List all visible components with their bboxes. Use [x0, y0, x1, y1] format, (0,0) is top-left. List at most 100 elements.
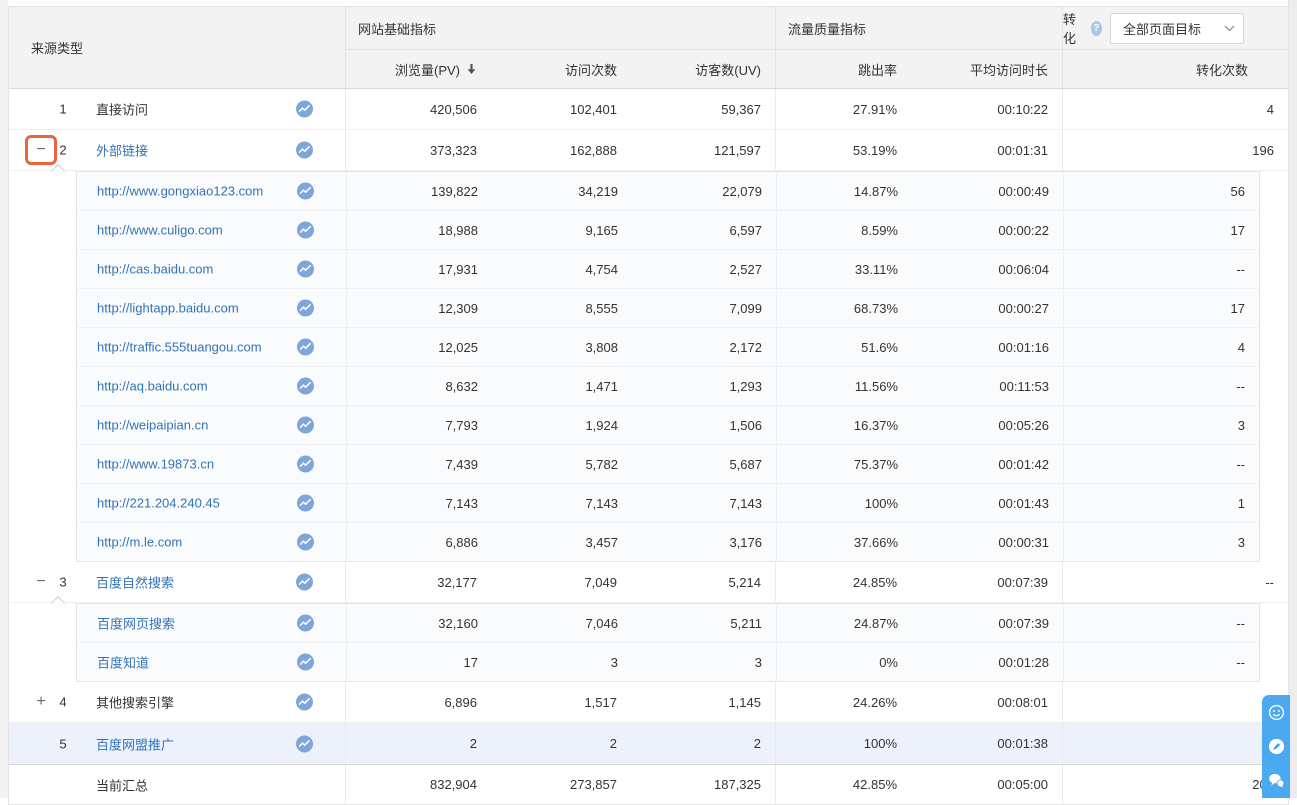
trend-icon[interactable]	[297, 299, 314, 317]
metric-value: 00:08:01	[997, 694, 1048, 710]
expand-button[interactable]: +	[33, 694, 49, 710]
column-header-visits[interactable]: 访问次数	[491, 50, 631, 88]
trend-icon[interactable]	[297, 377, 314, 395]
metric-value: 56	[1230, 183, 1245, 199]
trend-icon[interactable]	[296, 141, 313, 159]
metric-value: 00:00:27	[998, 300, 1049, 316]
source-name[interactable]: http://m.le.com	[97, 535, 182, 550]
source-name[interactable]: http://aq.baidu.com	[97, 379, 208, 394]
metric-value: 3,176	[729, 534, 762, 550]
source-subsection: http://www.gongxiao123.com 139,822 34,219 2…	[9, 163, 1288, 562]
metric-cell: 12,025	[347, 328, 492, 366]
trend-icon[interactable]	[297, 416, 314, 434]
metric-value: 7,439	[445, 456, 478, 472]
source-name[interactable]: 百度知道	[97, 653, 149, 672]
metric-value: 1,293	[729, 378, 762, 394]
metric-value: 100%	[863, 736, 897, 751]
metric-cell: 00:06:04	[912, 250, 1064, 288]
trend-icon[interactable]	[297, 260, 314, 278]
metric-value: 2	[469, 736, 477, 751]
column-header-avg-visit-time[interactable]: 平均访问时长	[911, 50, 1063, 88]
metric-value: 12,025	[438, 339, 478, 355]
trend-icon[interactable]	[297, 614, 314, 632]
trend-icon[interactable]	[297, 494, 314, 512]
metric-cell: 59,367	[631, 89, 776, 129]
metric-cell: 6,896	[346, 682, 491, 722]
metric-value: 3	[1237, 534, 1245, 550]
metric-value: 7,049	[584, 574, 617, 590]
source-subsection: 百度网页搜索 32,160 7,046 5,211 24.87% 00:07:39 -- 百度…	[9, 595, 1288, 682]
trend-icon[interactable]	[296, 735, 313, 752]
metric-cell: 1,293	[632, 367, 777, 405]
source-name[interactable]: http://221.204.240.45	[97, 496, 220, 511]
metric-cell: 121,597	[631, 130, 776, 170]
source-name[interactable]: 外部链接	[96, 141, 148, 160]
metric-cell: 68.73%	[777, 289, 912, 327]
metric-cell: 1,924	[492, 406, 632, 444]
metric-value: 8,555	[585, 300, 618, 316]
summary-row: 当前汇总 832,904 273,857 187,325 42.85% 00:05:00 2…	[9, 764, 1288, 804]
smiley-feedback-icon[interactable]	[1267, 703, 1286, 722]
pencil-survey-icon[interactable]	[1267, 737, 1286, 756]
source-name[interactable]: http://www.gongxiao123.com	[97, 184, 263, 199]
trend-icon[interactable]	[297, 455, 314, 473]
metric-value: --	[1236, 378, 1245, 394]
trend-icon[interactable]	[296, 693, 313, 711]
source-name[interactable]: http://www.culigo.com	[97, 223, 223, 238]
metric-cell: 420,506	[346, 89, 491, 129]
metric-value: 1,517	[584, 694, 617, 710]
metric-cell: 27.91%	[776, 89, 911, 129]
column-header-conversions[interactable]: 转化次数	[1063, 50, 1288, 88]
metric-value: 1,506	[729, 417, 762, 433]
metric-cell: 24.26%	[776, 682, 911, 722]
collapse-button[interactable]: −	[33, 574, 49, 590]
metric-value: 32,160	[438, 615, 478, 631]
trend-icon[interactable]	[297, 533, 314, 551]
metric-cell: 2	[491, 723, 631, 764]
metric-cell: 00:10:22	[911, 89, 1063, 129]
source-name: 其他搜索引擎	[96, 695, 175, 711]
trend-icon[interactable]	[297, 221, 314, 239]
metric-cell: 7,049	[491, 562, 631, 602]
metric-cell: 12,309	[347, 289, 492, 327]
source-name[interactable]: http://cas.baidu.com	[97, 262, 213, 277]
metric-value: 51.6%	[861, 339, 898, 355]
metric-cell: 100%	[777, 484, 912, 522]
summary-label: 当前汇总	[96, 778, 149, 793]
column-header-bounce-rate[interactable]: 跳出率	[776, 50, 911, 88]
trend-icon[interactable]	[297, 182, 314, 200]
trend-icon[interactable]	[296, 100, 313, 118]
page-goal-select[interactable]: 全部页面目标	[1110, 12, 1244, 44]
metric-cell: 51.6%	[777, 328, 912, 366]
metric-value: 8,632	[445, 378, 478, 394]
metric-cell: 75.37%	[777, 445, 912, 483]
source-name[interactable]: 百度网页搜索	[97, 614, 175, 633]
source-name[interactable]: http://weipaipian.cn	[97, 418, 208, 433]
source-subrow: http://www.gongxiao123.com 139,822 34,219 2…	[77, 172, 1259, 211]
metric-value: 7,793	[445, 417, 478, 433]
source-name[interactable]: http://www.19873.cn	[97, 457, 214, 472]
source-name[interactable]: http://traffic.555tuangou.com	[97, 340, 262, 355]
metric-cell: 4,754	[492, 250, 632, 288]
metric-cell: 14.87%	[777, 172, 912, 210]
column-header-source-type[interactable]: 来源类型	[9, 7, 346, 88]
metric-cell: 00:01:16	[912, 328, 1064, 366]
row-name-cell: 5 百度网盟推广	[9, 723, 346, 764]
source-name[interactable]: http://lightapp.baidu.com	[97, 301, 239, 316]
help-icon[interactable]: ?	[1090, 20, 1102, 36]
column-header-pv[interactable]: 浏览量(PV)	[346, 50, 491, 88]
metric-cell: 00:01:43	[912, 484, 1064, 522]
subrow-name-cell: http://www.culigo.com	[77, 211, 347, 249]
source-name[interactable]: 百度网盟推广	[96, 734, 174, 753]
trend-icon[interactable]	[296, 573, 313, 591]
column-header-uv[interactable]: 访客数(UV)	[631, 50, 776, 88]
metric-cell: 42.85%	[776, 765, 911, 804]
wechat-icon[interactable]	[1267, 771, 1286, 790]
trend-icon[interactable]	[297, 338, 314, 356]
metric-cell: 32,177	[346, 562, 491, 602]
page-scrollbar[interactable]	[1288, 0, 1297, 798]
source-name[interactable]: 百度自然搜索	[96, 573, 174, 592]
metric-value: 00:00:31	[998, 534, 1049, 550]
metric-cell: 37.66%	[777, 523, 912, 561]
trend-icon[interactable]	[297, 653, 314, 671]
